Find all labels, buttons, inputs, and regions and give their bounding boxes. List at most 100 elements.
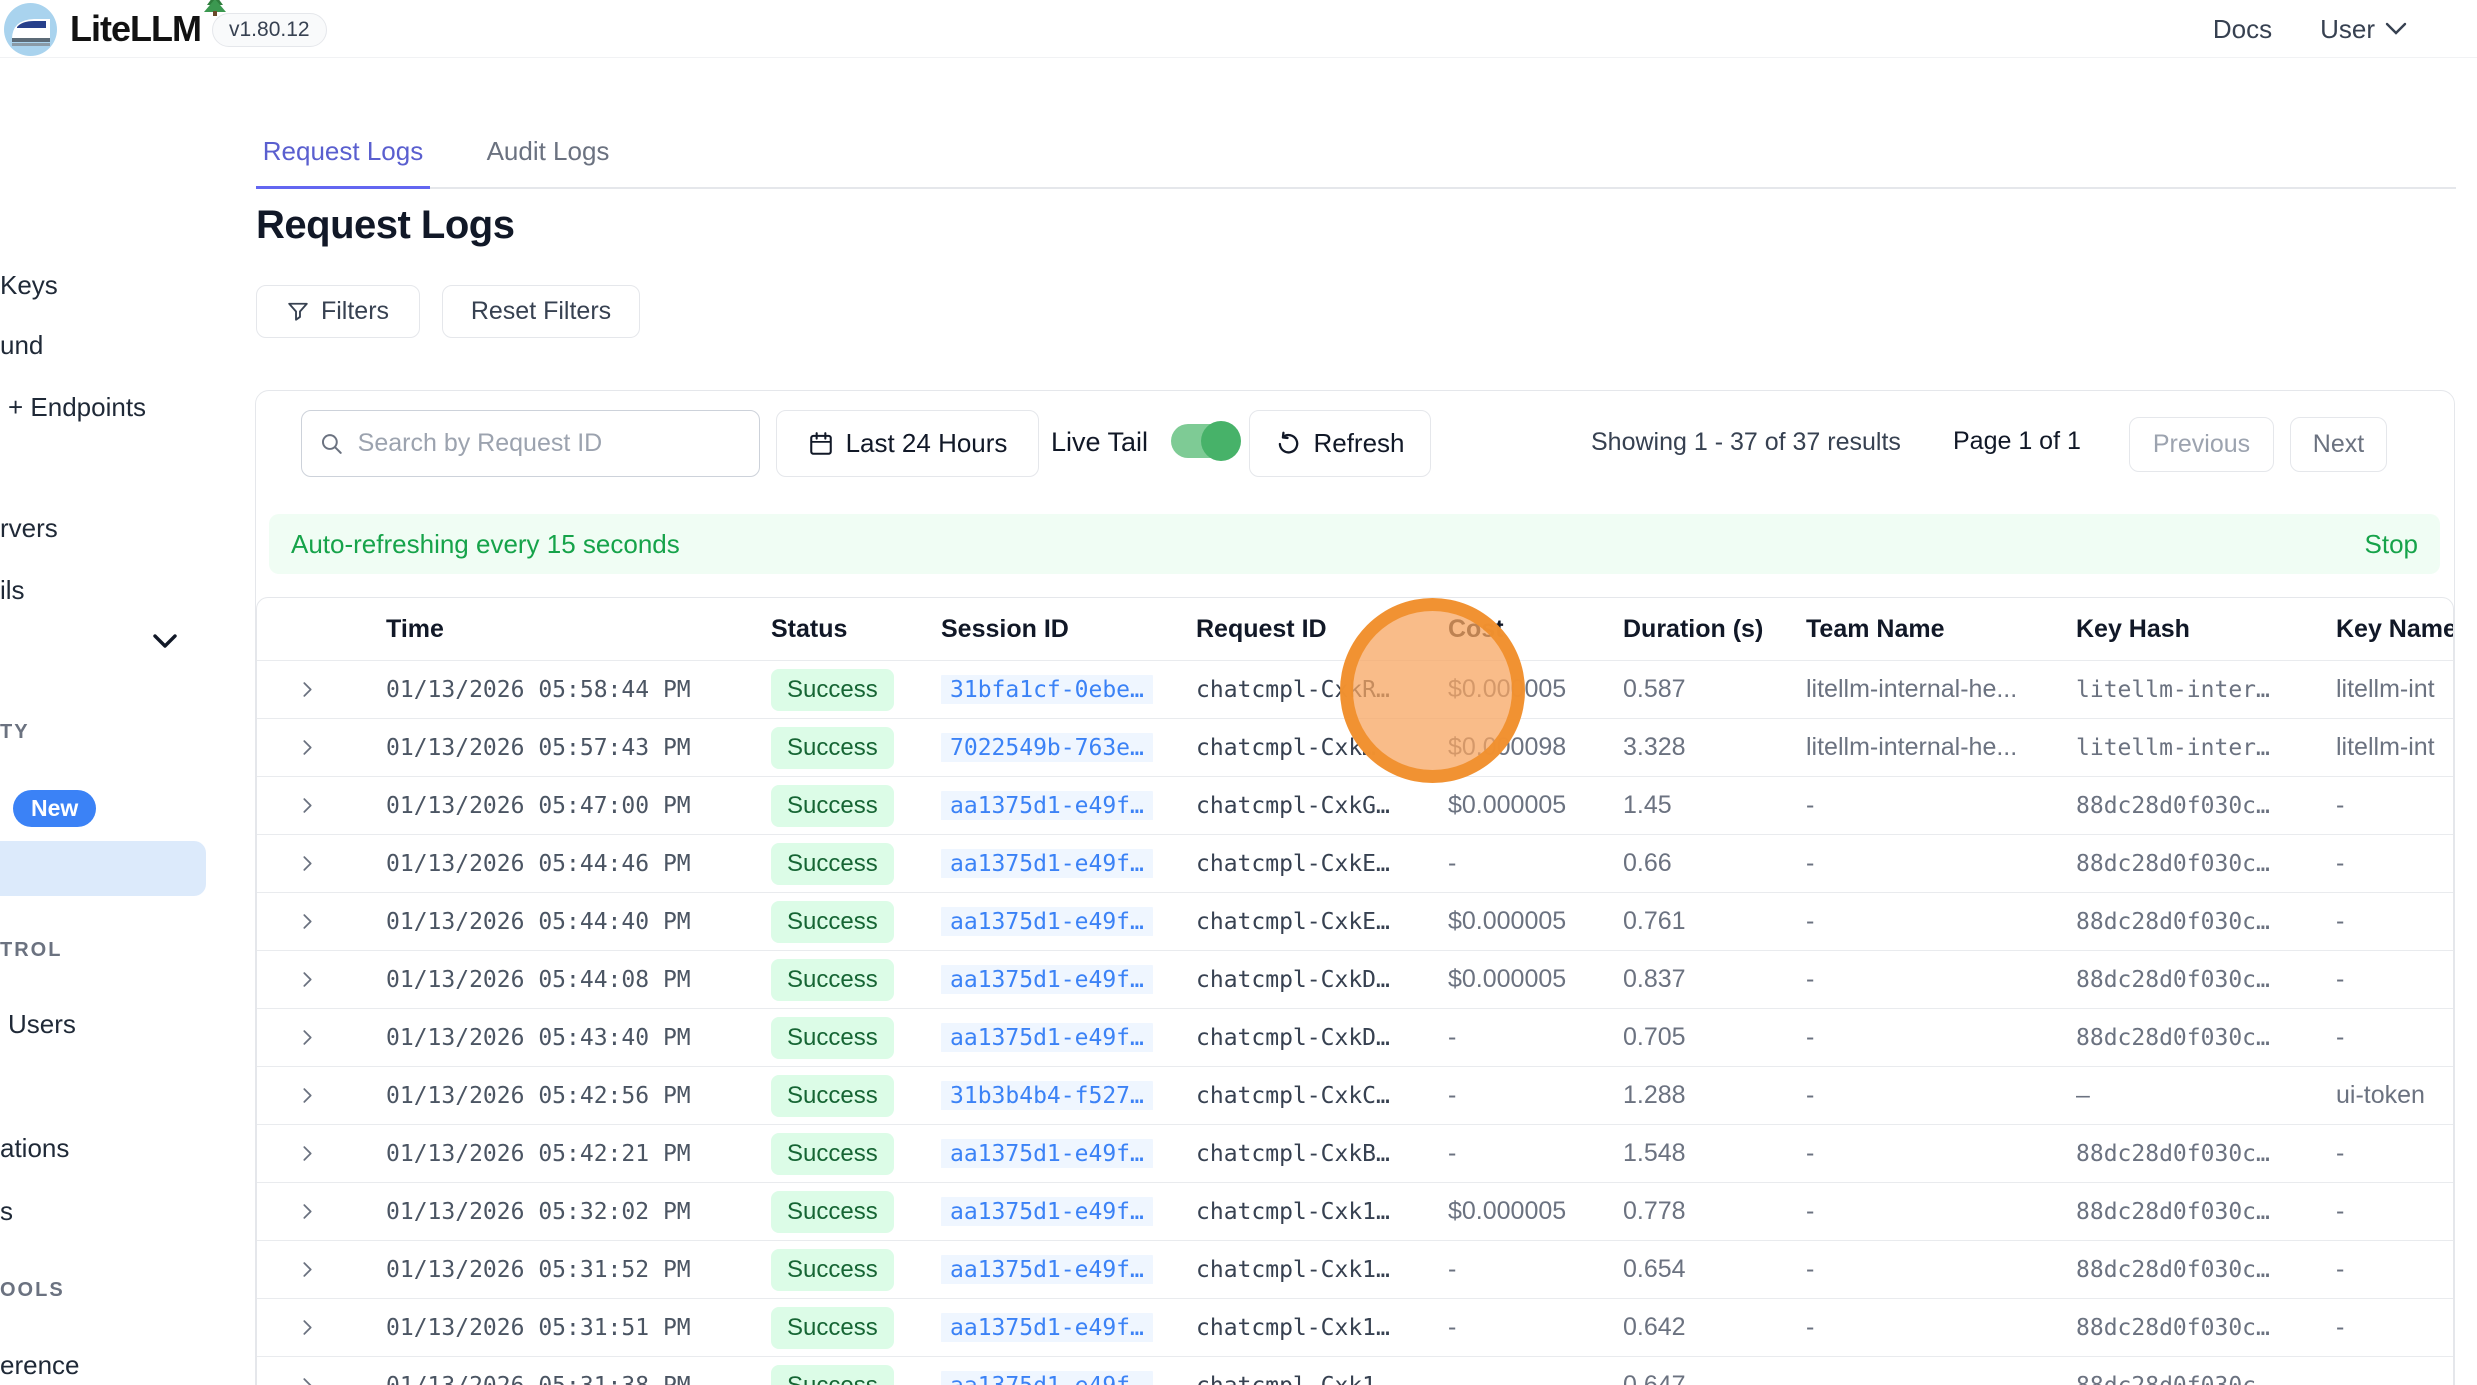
- session-id-link[interactable]: aa1375d1-e49f…: [941, 1023, 1153, 1052]
- table-row[interactable]: 01/13/2026 05:43:40 PMSuccessaa1375d1-e4…: [257, 1008, 2453, 1066]
- previous-label: Previous: [2153, 430, 2250, 459]
- expand-row-icon[interactable]: [299, 797, 316, 814]
- cell-duration: 0.66: [1599, 849, 1782, 878]
- session-id-link[interactable]: aa1375d1-e49f…: [941, 1255, 1153, 1284]
- table-row[interactable]: 01/13/2026 05:44:46 PMSuccessaa1375d1-e4…: [257, 834, 2453, 892]
- cell-key-hash: 88dc28d0f030c…: [2052, 1257, 2312, 1283]
- expand-row-icon[interactable]: [299, 1145, 316, 1162]
- sidebar-section-ty: TY: [0, 721, 30, 744]
- cell-key-name: -: [2312, 965, 2454, 994]
- sidebar-item-ations[interactable]: ations: [0, 1133, 69, 1164]
- train-icon: [4, 3, 57, 56]
- cell-team-name: -: [1782, 849, 2052, 878]
- filters-button[interactable]: Filters: [256, 285, 420, 338]
- session-id-link[interactable]: aa1375d1-e49f…: [941, 791, 1153, 820]
- session-id-link[interactable]: aa1375d1-e49f…: [941, 1139, 1153, 1168]
- status-badge: Success: [771, 1133, 894, 1175]
- expand-row-icon[interactable]: [299, 1377, 316, 1385]
- sidebar-item-s[interactable]: s: [0, 1196, 13, 1227]
- previous-page-button[interactable]: Previous: [2129, 417, 2274, 472]
- expand-row-icon[interactable]: [299, 1029, 316, 1046]
- column-header: Session ID: [917, 615, 1172, 644]
- table-row[interactable]: 01/13/2026 05:32:02 PMSuccessaa1375d1-e4…: [257, 1182, 2453, 1240]
- cell-key-hash: litellm-inter…: [2052, 735, 2312, 761]
- top-navbar: LiteLLM v1.80.12 Docs User: [0, 0, 2477, 58]
- search-input[interactable]: [358, 429, 741, 458]
- session-id-link[interactable]: aa1375d1-e49f…: [941, 965, 1153, 994]
- next-page-button[interactable]: Next: [2290, 417, 2387, 472]
- sidebar-item-keys[interactable]: Keys: [0, 270, 58, 301]
- cell-key-hash: 88dc28d0f030c…: [2052, 851, 2312, 877]
- cell-key-name: -: [2312, 1371, 2454, 1385]
- tab-audit-logs[interactable]: Audit Logs: [468, 126, 628, 189]
- expand-row-icon[interactable]: [299, 1203, 316, 1220]
- expand-row-icon[interactable]: [299, 739, 316, 756]
- cell-key-name: -: [2312, 849, 2454, 878]
- table-row[interactable]: 01/13/2026 05:42:56 PMSuccess31b3b4b4-f5…: [257, 1066, 2453, 1124]
- user-menu[interactable]: User: [2320, 14, 2407, 45]
- page-indicator: Page 1 of 1: [1953, 427, 2081, 456]
- cell-team-name: -: [1782, 965, 2052, 994]
- auto-refresh-text: Auto-refreshing every 15 seconds: [291, 529, 680, 560]
- cell-time: 01/13/2026 05:47:00 PM: [362, 793, 747, 819]
- expand-row-icon[interactable]: [299, 681, 316, 698]
- session-id-link[interactable]: aa1375d1-e49f…: [941, 1371, 1153, 1385]
- session-id-link[interactable]: 31bfa1cf-0ebe…: [941, 675, 1153, 704]
- stop-auto-refresh-link[interactable]: Stop: [2365, 529, 2419, 560]
- sidebar-item-endpoints[interactable]: + Endpoints: [8, 392, 146, 423]
- cell-key-hash: 88dc28d0f030c…: [2052, 909, 2312, 935]
- user-menu-label: User: [2320, 14, 2375, 45]
- time-range-button[interactable]: Last 24 Hours: [776, 410, 1039, 477]
- sidebar-item-ils[interactable]: ils: [0, 575, 25, 606]
- table-row[interactable]: 01/13/2026 05:47:00 PMSuccessaa1375d1-e4…: [257, 776, 2453, 834]
- expand-row-icon[interactable]: [299, 913, 316, 930]
- cell-team-name: -: [1782, 791, 2052, 820]
- cell-time: 01/13/2026 05:58:44 PM: [362, 677, 747, 703]
- sidebar-item-erence[interactable]: erence: [0, 1350, 80, 1381]
- sidebar-collapse-chevron-icon[interactable]: [152, 634, 178, 655]
- session-id-link[interactable]: aa1375d1-e49f…: [941, 1197, 1153, 1226]
- table-row[interactable]: 01/13/2026 05:44:08 PMSuccessaa1375d1-e4…: [257, 950, 2453, 1008]
- new-badge: New: [13, 790, 96, 827]
- cell-key-name: -: [2312, 1023, 2454, 1052]
- tab-request-logs[interactable]: Request Logs: [256, 126, 430, 189]
- table-row[interactable]: 01/13/2026 05:31:52 PMSuccessaa1375d1-e4…: [257, 1240, 2453, 1298]
- cell-time: 01/13/2026 05:43:40 PM: [362, 1025, 747, 1051]
- sidebar-item-und[interactable]: und: [0, 330, 43, 361]
- litellm-logo[interactable]: [4, 3, 57, 56]
- table-row[interactable]: 01/13/2026 05:44:40 PMSuccessaa1375d1-e4…: [257, 892, 2453, 950]
- cell-key-name: -: [2312, 1313, 2454, 1342]
- logs-card: Last 24 Hours Live Tail Refresh Showing …: [255, 390, 2455, 1385]
- cell-time: 01/13/2026 05:31:51 PM: [362, 1315, 747, 1341]
- cell-request-id: chatcmpl-CxkC…: [1172, 1083, 1424, 1109]
- table-row[interactable]: 01/13/2026 05:31:51 PMSuccessaa1375d1-e4…: [257, 1298, 2453, 1356]
- sidebar-item-users[interactable]: Users: [8, 1009, 76, 1040]
- sidebar-item-selected[interactable]: [0, 841, 206, 896]
- cell-request-id: chatcmpl-Cxk1…: [1172, 1199, 1424, 1225]
- cell-time: 01/13/2026 05:31:52 PM: [362, 1257, 747, 1283]
- live-tail-toggle[interactable]: [1171, 424, 1237, 458]
- session-id-link[interactable]: 31b3b4b4-f527…: [941, 1081, 1153, 1110]
- expand-row-icon[interactable]: [299, 855, 316, 872]
- table-row[interactable]: 01/13/2026 05:42:21 PMSuccessaa1375d1-e4…: [257, 1124, 2453, 1182]
- expand-row-icon[interactable]: [299, 1087, 316, 1104]
- docs-link[interactable]: Docs: [2213, 14, 2272, 45]
- cell-key-name: litellm-int: [2312, 675, 2454, 704]
- expand-row-icon[interactable]: [299, 971, 316, 988]
- session-id-link[interactable]: aa1375d1-e49f…: [941, 1313, 1153, 1342]
- session-id-link[interactable]: aa1375d1-e49f…: [941, 849, 1153, 878]
- reset-filters-button[interactable]: Reset Filters: [442, 285, 640, 338]
- cell-request-id: chatcmpl-CxkB…: [1172, 1141, 1424, 1167]
- expand-row-icon[interactable]: [299, 1261, 316, 1278]
- search-box[interactable]: [301, 410, 760, 477]
- session-id-link[interactable]: 7022549b-763e…: [941, 733, 1153, 762]
- cell-duration: 0.654: [1599, 1255, 1782, 1284]
- session-id-link[interactable]: aa1375d1-e49f…: [941, 907, 1153, 936]
- refresh-button[interactable]: Refresh: [1249, 410, 1431, 477]
- funnel-icon: [287, 301, 309, 323]
- table-row[interactable]: 01/13/2026 05:31:38 PMSuccessaa1375d1-e4…: [257, 1356, 2453, 1385]
- expand-row-icon[interactable]: [299, 1319, 316, 1336]
- sidebar-item-rvers[interactable]: rvers: [0, 513, 58, 544]
- sidebar: Keys und + Endpoints rvers ils TY New TR…: [0, 58, 206, 1385]
- version-badge: v1.80.12: [212, 13, 327, 47]
